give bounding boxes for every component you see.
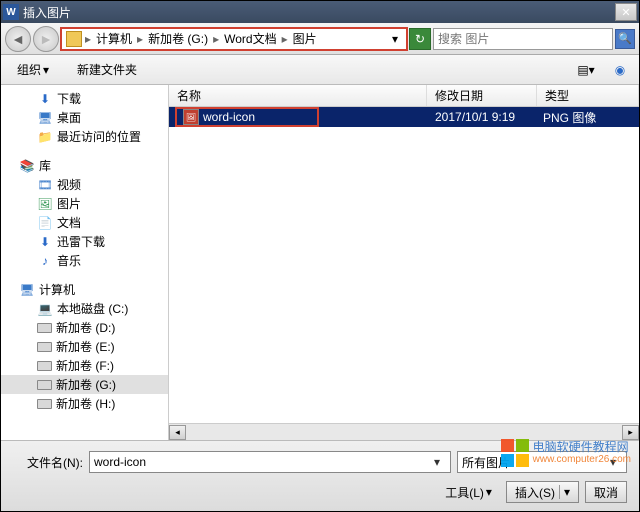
png-file-icon: 🖼 <box>183 109 199 125</box>
back-button[interactable]: ◄ <box>5 26 31 52</box>
tree-desktop[interactable]: 🖥桌面 <box>1 108 168 127</box>
file-type: PNG 图像 <box>543 109 596 126</box>
tree-drive-g[interactable]: 新加卷 (G:) <box>1 375 168 394</box>
nav-tree[interactable]: ⬇下载 🖥桌面 📁最近访问的位置 📚库 🎞视频 🖼图片 📄文档 ⬇迅雷下载 ♪音… <box>1 85 169 440</box>
new-folder-button[interactable]: 新建文件夹 <box>69 59 145 80</box>
file-name: word-icon <box>203 110 255 124</box>
cancel-button[interactable]: 取消 <box>585 481 627 503</box>
video-icon: 🎞 <box>37 177 53 193</box>
crumb-dropdown[interactable]: ▾ <box>386 32 404 46</box>
breadcrumb[interactable]: ▸ 计算机 ▸ 新加卷 (G:) ▸ Word文档 ▸ 图片 ▾ <box>61 28 407 50</box>
crumb-drive[interactable]: 新加卷 (G:) <box>144 30 212 47</box>
tree-videos[interactable]: 🎞视频 <box>1 175 168 194</box>
desktop-icon: 🖥 <box>37 110 53 126</box>
tree-drive-d[interactable]: 新加卷 (D:) <box>1 318 168 337</box>
tree-drive-c[interactable]: 💻本地磁盘 (C:) <box>1 299 168 318</box>
chevron-right-icon[interactable]: ▸ <box>281 32 289 46</box>
list-rows[interactable]: 🖼 word-icon 2017/10/1 9:19 PNG 图像 <box>169 107 639 423</box>
tree-drive-f[interactable]: 新加卷 (F:) <box>1 356 168 375</box>
col-name[interactable]: 名称 <box>169 85 427 106</box>
tree-recent[interactable]: 📁最近访问的位置 <box>1 127 168 146</box>
chevron-right-icon[interactable]: ▸ <box>84 32 92 46</box>
drive-icon <box>37 361 52 371</box>
tree-music[interactable]: ♪音乐 <box>1 251 168 270</box>
chevron-down-icon[interactable]: ▾ <box>559 485 570 499</box>
list-item[interactable]: 🖼 word-icon 2017/10/1 9:19 PNG 图像 <box>169 107 639 127</box>
view-button[interactable]: ▤▾ <box>575 59 597 81</box>
chevron-right-icon[interactable]: ▸ <box>136 32 144 46</box>
computer-icon: 🖥 <box>19 282 35 298</box>
search-input[interactable] <box>438 32 608 46</box>
list-header: 名称 修改日期 类型 <box>169 85 639 107</box>
title-bar: W 插入图片 ✕ <box>1 1 639 23</box>
windows-logo-icon <box>501 439 529 467</box>
horizontal-scrollbar[interactable]: ◂ ▸ <box>169 423 639 440</box>
app-icon: W <box>3 4 19 20</box>
scroll-track[interactable] <box>186 425 622 440</box>
search-icon[interactable]: 🔍 <box>615 29 635 49</box>
tools-button[interactable]: 工具(L) ▾ <box>437 482 500 503</box>
tree-computer[interactable]: 🖥计算机 <box>1 280 168 299</box>
file-date: 2017/10/1 9:19 <box>435 110 515 124</box>
chevron-down-icon: ▾ <box>486 485 492 499</box>
close-button[interactable]: ✕ <box>615 3 637 21</box>
forward-button[interactable]: ► <box>33 26 59 52</box>
chevron-down-icon: ▾ <box>43 63 49 77</box>
help-icon[interactable]: ◉ <box>609 59 631 81</box>
search-box[interactable] <box>433 28 613 50</box>
xunlei-icon: ⬇ <box>37 234 53 250</box>
library-icon: 📚 <box>19 158 35 174</box>
insert-button[interactable]: 插入(S)▾ <box>506 481 579 503</box>
col-type[interactable]: 类型 <box>537 85 639 106</box>
folder-icon <box>66 31 82 47</box>
tree-drive-h[interactable]: 新加卷 (H:) <box>1 394 168 413</box>
nav-bar: ◄ ► ▸ 计算机 ▸ 新加卷 (G:) ▸ Word文档 ▸ 图片 ▾ ↻ 🔍 <box>1 23 639 55</box>
drive-icon <box>37 399 52 409</box>
tree-xunlei[interactable]: ⬇迅雷下载 <box>1 232 168 251</box>
filename-input[interactable] <box>94 455 428 469</box>
music-icon: ♪ <box>37 253 53 269</box>
tree-documents[interactable]: 📄文档 <box>1 213 168 232</box>
drive-icon <box>37 342 52 352</box>
watermark: 电脑软硬件教程网www.computer26.com <box>501 439 631 467</box>
dialog-footer: 文件名(N): ▾ 所有图片 ▾ 工具(L) ▾ 插入(S)▾ 取消 电脑软硬件… <box>1 440 639 511</box>
filename-label: 文件名(N): <box>13 454 83 471</box>
dialog-body: ⬇下载 🖥桌面 📁最近访问的位置 📚库 🎞视频 🖼图片 📄文档 ⬇迅雷下载 ♪音… <box>1 85 639 440</box>
col-date[interactable]: 修改日期 <box>427 85 537 106</box>
recent-icon: 📁 <box>37 129 53 145</box>
download-icon: ⬇ <box>37 91 53 107</box>
drive-icon <box>37 380 52 390</box>
dialog-window: W 插入图片 ✕ ◄ ► ▸ 计算机 ▸ 新加卷 (G:) ▸ Word文档 ▸… <box>0 0 640 512</box>
tree-drive-e[interactable]: 新加卷 (E:) <box>1 337 168 356</box>
crumb-folder2[interactable]: 图片 <box>289 30 321 47</box>
image-icon: 🖼 <box>37 196 53 212</box>
filename-dropdown[interactable]: ▾ <box>428 455 446 469</box>
organize-button[interactable]: 组织 ▾ <box>9 59 57 80</box>
window-title: 插入图片 <box>23 4 611 21</box>
toolbar: 组织 ▾ 新建文件夹 ▤▾ ◉ <box>1 55 639 85</box>
sysdrive-icon: 💻 <box>37 301 53 317</box>
refresh-button[interactable]: ↻ <box>409 28 431 50</box>
tree-pictures[interactable]: 🖼图片 <box>1 194 168 213</box>
chevron-right-icon[interactable]: ▸ <box>212 32 220 46</box>
tree-libraries[interactable]: 📚库 <box>1 156 168 175</box>
crumb-computer[interactable]: 计算机 <box>92 30 136 47</box>
filename-field[interactable]: ▾ <box>89 451 451 473</box>
scroll-left-icon[interactable]: ◂ <box>169 425 186 440</box>
doc-icon: 📄 <box>37 215 53 231</box>
crumb-folder1[interactable]: Word文档 <box>220 30 280 47</box>
tree-downloads[interactable]: ⬇下载 <box>1 89 168 108</box>
drive-icon <box>37 323 52 333</box>
file-list: 名称 修改日期 类型 🖼 word-icon 2017/10/1 9:19 PNG… <box>169 85 639 440</box>
scroll-right-icon[interactable]: ▸ <box>622 425 639 440</box>
